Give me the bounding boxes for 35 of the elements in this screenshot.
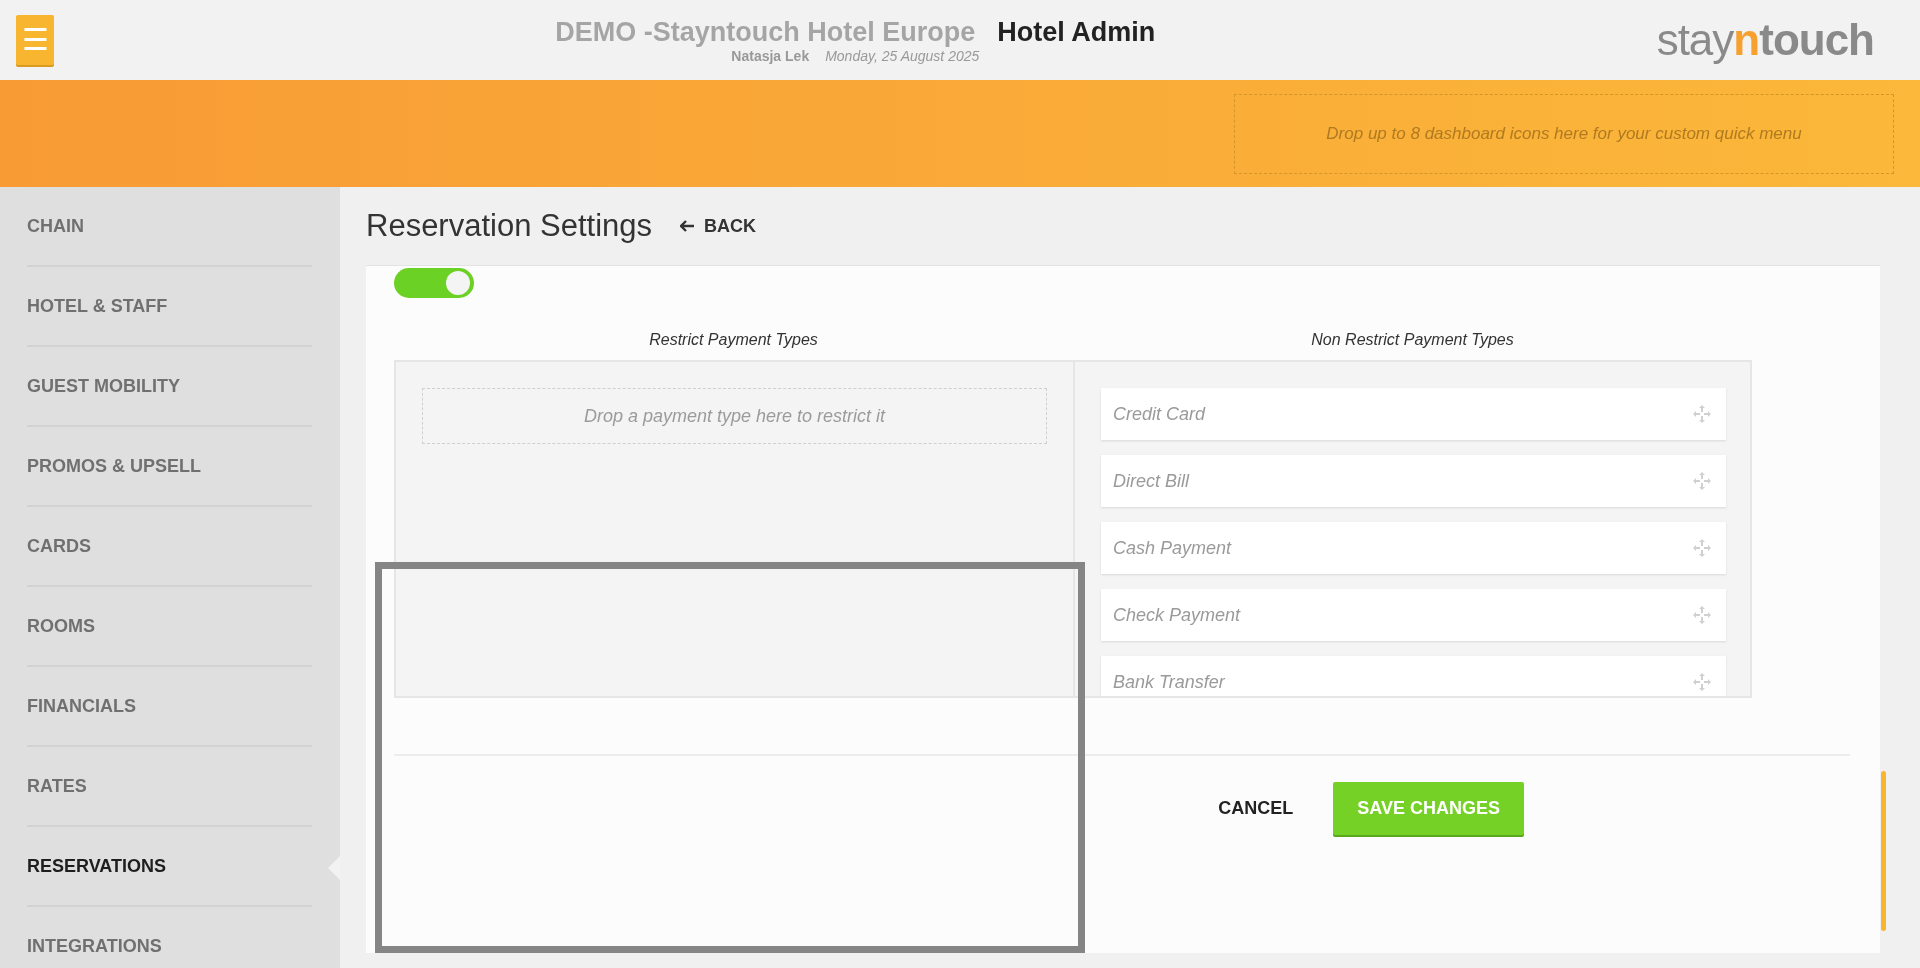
save-changes-button[interactable]: SAVE CHANGES <box>1333 782 1524 835</box>
move-icon <box>1692 538 1712 558</box>
payment-type-item[interactable]: Cash Payment <box>1101 522 1726 574</box>
sidebar-item[interactable]: RESERVATIONS <box>27 827 312 907</box>
sidebar-item[interactable]: CARDS <box>27 507 312 587</box>
toggle-switch[interactable] <box>394 268 474 298</box>
column-heading: Restrict Payment Types <box>648 330 819 350</box>
payment-type-item[interactable]: Credit Card <box>1101 388 1726 440</box>
back-button[interactable]: BACK <box>680 215 757 237</box>
sidebar-item[interactable]: RATES <box>27 747 312 827</box>
sidebar-item[interactable]: HOTEL & STAFF <box>27 267 312 347</box>
column-heading: Non Restrict Payment Types <box>1310 330 1515 350</box>
sidebar-item[interactable]: PROMOS & UPSELL <box>27 427 312 507</box>
payment-type-item[interactable]: Direct Bill <box>1101 455 1726 507</box>
current-date: Monday, 25 August 2025 <box>825 47 980 64</box>
page-title: Reservation Settings <box>366 208 653 244</box>
payment-type-item[interactable]: Check Payment <box>1101 589 1726 641</box>
app-title: Hotel Admin <box>997 16 1156 48</box>
sidebar-item[interactable]: INTEGRATIONS <box>27 907 312 968</box>
logo: stayntouch <box>1656 15 1874 65</box>
move-icon <box>1692 404 1712 424</box>
arrow-left-icon <box>680 220 695 232</box>
move-icon <box>1692 471 1712 491</box>
sidebar-item[interactable]: GUEST MOBILITY <box>27 347 312 427</box>
cancel-button[interactable]: CANCEL <box>1218 798 1294 819</box>
move-icon <box>1692 605 1712 625</box>
drop-zone: Drop a payment type here to restrict it <box>422 388 1047 444</box>
payment-type-item[interactable]: Bank Transfer <box>1101 656 1726 696</box>
user-name: Natasja Lek <box>731 47 810 64</box>
quick-menu-drop-zone: Drop up to 8 dashboard icons here for your custom quick menu <box>1234 93 1894 174</box>
sidebar-item[interactable]: ROOMS <box>27 587 312 667</box>
move-icon <box>1692 672 1712 692</box>
sidebar-item[interactable]: CHAIN <box>27 187 312 267</box>
sidebar-item[interactable]: FINANCIALS <box>27 667 312 747</box>
hotel-title: DEMO -Stayntouch Hotel Europe <box>555 16 976 48</box>
